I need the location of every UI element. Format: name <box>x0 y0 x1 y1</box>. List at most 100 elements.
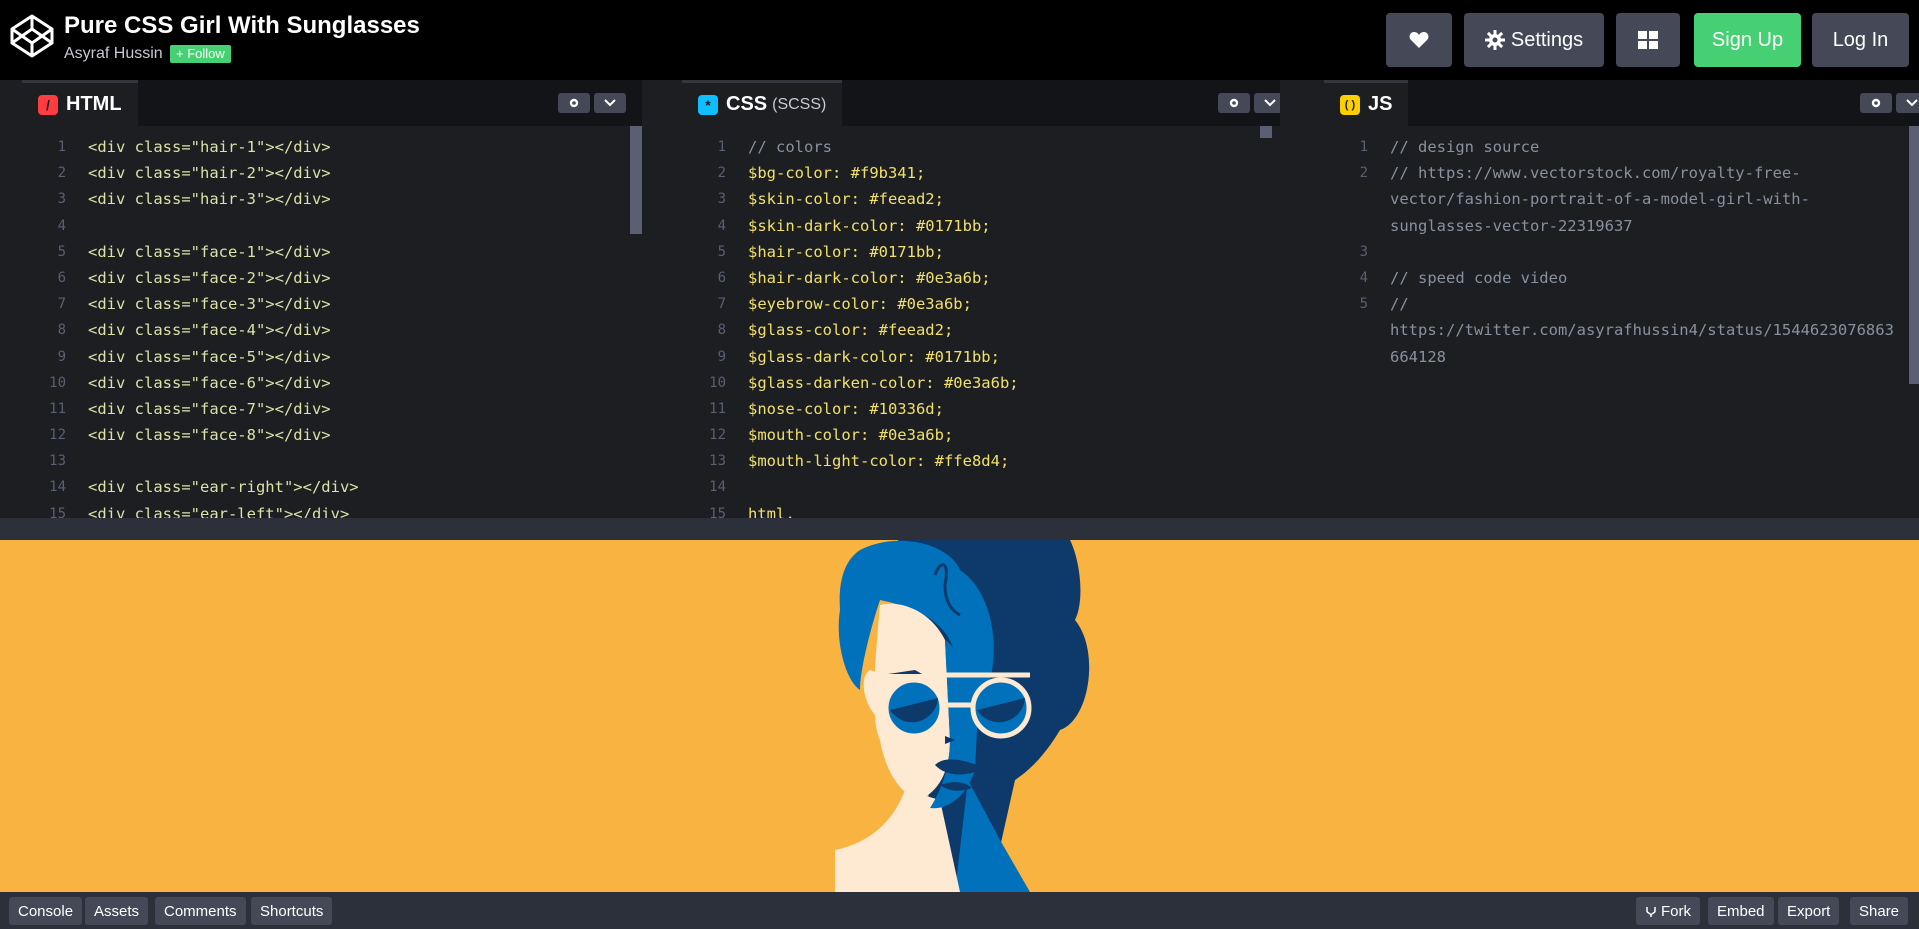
code-text: $skin-dark-color: #0171bb; <box>748 216 991 235</box>
code-text: $nose-color: #10336d; <box>748 399 944 418</box>
css-scrollbar[interactable] <box>1260 126 1272 138</box>
html-settings-button[interactable] <box>558 93 590 113</box>
code-text: $hair-color: #0171bb; <box>748 242 944 261</box>
preview-resizer[interactable] <box>0 518 1919 540</box>
share-button[interactable]: Share <box>1850 897 1909 925</box>
code-text: $bg-color: #f9b341; <box>748 164 926 183</box>
line-number: 11 <box>709 400 726 417</box>
line-number <box>1324 186 1380 212</box>
code-line: 4 // speed code video <box>1324 265 1919 291</box>
css-editor-tab[interactable]: * CSS (SCSS) <box>682 80 843 126</box>
chevron-down-icon <box>1264 99 1276 107</box>
line-number: 5 <box>57 243 66 260</box>
layout-button[interactable] <box>1616 13 1680 67</box>
shortcuts-button[interactable]: Shortcuts <box>251 897 333 925</box>
js-editor-tab[interactable]: ( ) JS <box>1324 80 1409 126</box>
line-number: 6 <box>717 269 726 286</box>
follow-button[interactable]: + Follow <box>170 45 231 63</box>
top-bar: Pure CSS Girl With Sunglasses Asyraf Hus… <box>0 0 1919 80</box>
js-scrollbar[interactable] <box>1909 126 1919 384</box>
html-tab-label: HTML <box>66 93 122 115</box>
line-number: 13 <box>709 453 726 470</box>
code-line: 11 $nose-color: #10336d; <box>682 396 1280 422</box>
console-button[interactable]: Console <box>9 897 83 925</box>
like-button[interactable] <box>1386 13 1452 67</box>
gear-icon <box>1871 98 1881 108</box>
code-line: 11 <div class="face-7"></div> <box>22 396 642 422</box>
line-number: 13 <box>49 453 66 470</box>
code-line: 3 <box>1324 239 1919 265</box>
code-text: // speed code video <box>1390 268 1568 287</box>
gear-icon <box>1229 98 1239 108</box>
code-text: <div class="face-1"></div> <box>88 242 331 261</box>
line-number <box>1324 344 1380 370</box>
line-number: 7 <box>57 296 66 313</box>
code-line: 5 $hair-color: #0171bb; <box>682 239 1280 265</box>
line-number: 3 <box>1359 243 1368 260</box>
js-tab-label: JS <box>1368 93 1393 115</box>
code-line: 5 // <box>1324 291 1919 317</box>
css-code-area[interactable]: 1 // colors 2 $bg-color: #f9b341; 3 $skin-col… <box>682 126 1280 518</box>
grid-layout-icon <box>1638 31 1658 49</box>
export-button[interactable]: Export <box>1778 897 1840 925</box>
line-number: 1 <box>1359 139 1368 155</box>
line-number: 7 <box>717 296 726 313</box>
code-text: $glass-darken-color: #0e3a6b; <box>748 373 1019 392</box>
chevron-down-icon <box>1906 99 1918 107</box>
line-number: 4 <box>717 217 726 234</box>
code-line: 14 <box>682 474 1280 500</box>
chevron-down-icon <box>604 99 616 107</box>
line-number: 14 <box>49 479 66 496</box>
code-line: 10 <div class="face-6"></div> <box>22 370 642 396</box>
signup-button[interactable]: Sign Up <box>1694 13 1801 67</box>
code-line: 5 <div class="face-1"></div> <box>22 239 642 265</box>
settings-button[interactable]: Settings <box>1464 13 1604 67</box>
js-settings-button[interactable] <box>1860 93 1892 113</box>
assets-button[interactable]: Assets <box>85 897 149 925</box>
code-line: 6 <div class="face-2"></div> <box>22 265 642 291</box>
code-line: 8 <div class="face-4"></div> <box>22 317 642 343</box>
fork-icon <box>1646 907 1656 917</box>
login-button[interactable]: Log In <box>1812 13 1909 67</box>
line-number: 1 <box>717 139 726 155</box>
line-number <box>1324 317 1380 343</box>
line-number: 2 <box>1359 165 1368 182</box>
code-text: https://twitter.com/asyrafhussin4/status… <box>1390 321 1894 340</box>
code-text: <div class="face-3"></div> <box>88 295 331 314</box>
line-number: 10 <box>709 374 726 391</box>
code-text: // colors <box>748 138 832 156</box>
code-text: // <box>1390 295 1409 314</box>
line-number <box>1324 213 1380 239</box>
preview-frame <box>0 540 1919 892</box>
codepen-logo-icon[interactable] <box>8 12 56 60</box>
html-code-area[interactable]: 1 <div class="hair-1"></div> 2 <div class="… <box>22 126 642 518</box>
code-text: $glass-dark-color: #0171bb; <box>748 347 1000 366</box>
html-editor-tab[interactable]: / HTML <box>22 80 138 126</box>
code-line: 2 // https://www.vectorstock.com/royalty-… <box>1324 160 1919 186</box>
fork-button[interactable]: Fork <box>1636 897 1700 925</box>
code-line: 4 $skin-dark-color: #0171bb; <box>682 213 1280 239</box>
code-text: <div class="face-2"></div> <box>88 268 331 287</box>
code-line: 13 <box>22 448 642 474</box>
css-settings-button[interactable] <box>1218 93 1250 113</box>
html-scrollbar[interactable] <box>630 126 642 234</box>
code-line: 1 // colors <box>682 134 1280 160</box>
line-number: 5 <box>717 243 726 260</box>
code-text: // https://www.vectorstock.com/royalty-f… <box>1390 164 1801 183</box>
code-line: sunglasses-vector-22319637 <box>1324 213 1919 239</box>
embed-button[interactable]: Embed <box>1708 897 1774 925</box>
js-collapse-button[interactable] <box>1896 93 1919 113</box>
js-code-area[interactable]: 1 // design source 2 // https://www.vectors… <box>1324 126 1919 518</box>
comments-button[interactable]: Comments <box>155 897 246 925</box>
line-number: 8 <box>57 322 66 339</box>
code-text: 664128 <box>1390 347 1446 366</box>
code-text: sunglasses-vector-22319637 <box>1390 216 1633 235</box>
html-collapse-button[interactable] <box>594 93 626 113</box>
author-name[interactable]: Asyraf Hussin <box>64 45 163 63</box>
line-number: 15 <box>709 505 726 518</box>
css-tab-label: CSS <box>726 93 768 115</box>
